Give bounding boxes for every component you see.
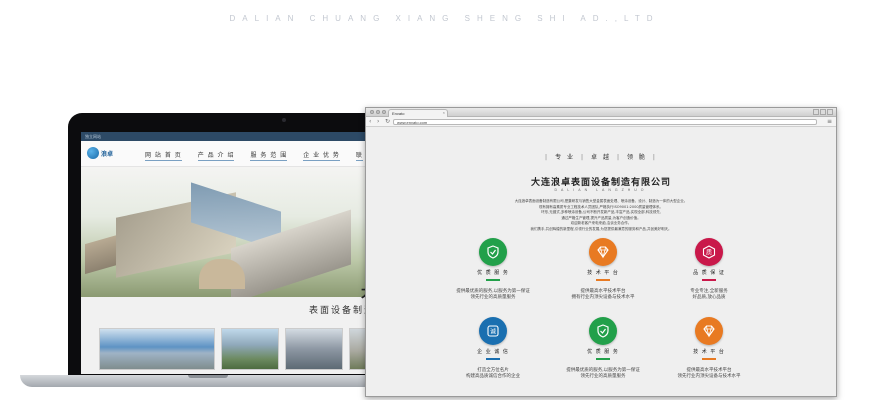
feature-accent-bar bbox=[702, 358, 716, 360]
project-thumbnail[interactable] bbox=[99, 328, 215, 370]
feature-title: 优 质 服 务 bbox=[587, 349, 619, 355]
company-description: 大连浪卓表面设备制造有限公司,是集研发与销售大型金属表面处理、喷涂设备、设计、制… bbox=[491, 199, 711, 233]
shield-check-icon bbox=[589, 317, 617, 345]
feature-card[interactable]: 优 质 服 务 提供最优质的服务,以服务为第一保证 领先行业的高质量服务 bbox=[448, 238, 538, 302]
feature-accent-bar bbox=[486, 279, 500, 281]
nav-item-home[interactable]: 网 站 首 页 bbox=[145, 150, 182, 161]
feature-card[interactable]: 技 术 平 台 提供最高水平技术平台 拥有行业内顶尖设备与技术水平 bbox=[558, 238, 648, 302]
site-nav: 网 站 首 页 产 品 介 绍 服 务 范 围 企 业 优 势 联 bbox=[145, 150, 363, 161]
feature-title: 优 质 服 务 bbox=[477, 270, 509, 276]
laptop-screen: 独立网站 浪卓 网 站 首 页 产 品 介 绍 服 务 范 围 企 业 优 势 … bbox=[81, 132, 377, 374]
nav-item-services[interactable]: 服 务 范 围 bbox=[250, 150, 288, 161]
project-thumbnail[interactable] bbox=[221, 328, 279, 370]
window-dots bbox=[370, 110, 386, 114]
shield-check-icon bbox=[479, 238, 507, 266]
feature-card[interactable]: 质 品 质 保 证 专业专注,全新服务 好品质,放心品质 bbox=[664, 238, 754, 302]
feature-description: 提供最优质的服务,以服务为第一保证 领先行业的高质量服务 bbox=[566, 367, 640, 380]
page-nav: | 专 业 | 卓 越 | 领 脆 | bbox=[545, 154, 657, 161]
page-nav-item[interactable]: 领 脆 bbox=[627, 154, 647, 161]
menu-icon[interactable]: ≡ bbox=[827, 118, 832, 126]
feature-accent-bar bbox=[486, 358, 500, 360]
svg-text:质: 质 bbox=[706, 249, 712, 257]
maximize-icon[interactable] bbox=[820, 109, 826, 115]
minimize-icon[interactable] bbox=[813, 109, 819, 115]
close-tab-icon[interactable]: × bbox=[443, 110, 445, 115]
presentation-stage: DALIAN CHUANG XIANG SHENG SHI AD.,LTD 独立… bbox=[0, 0, 889, 400]
page-nav-item[interactable]: 卓 越 bbox=[591, 154, 611, 161]
browser-tab-label: Envato bbox=[392, 111, 405, 116]
site-top-bar: 独立网站 bbox=[81, 132, 377, 141]
window-controls bbox=[813, 109, 833, 115]
forward-arrow-icon[interactable]: › bbox=[377, 118, 379, 126]
quality-badge-icon: 质 bbox=[695, 238, 723, 266]
feature-card[interactable]: 技 术 平 台 提供最高水平技术平台 领先行业内顶尖设备与技术水平 bbox=[664, 317, 754, 381]
site-header: 浪卓 网 站 首 页 产 品 介 绍 服 务 范 围 企 业 优 势 联 bbox=[81, 141, 377, 167]
feature-description: 提供最优质的服务,以服务为第一保证 领先行业的高质量服务 bbox=[456, 288, 530, 301]
close-window-icon[interactable] bbox=[827, 109, 833, 115]
feature-title: 技 术 平 台 bbox=[587, 270, 619, 276]
diamond-icon bbox=[695, 317, 723, 345]
feature-title: 品 质 保 证 bbox=[693, 270, 725, 276]
nav-item-advantages[interactable]: 企 业 优 势 bbox=[303, 150, 340, 161]
feature-card[interactable]: 优 质 服 务 提供最优质的服务,以服务为第一保证 领先行业的高质量服务 bbox=[558, 317, 648, 381]
project-thumbnails bbox=[99, 328, 373, 370]
browser-window: Envato × ‹ › ↻ www.envato.com ≡ | 专 业 | 卓 越… bbox=[365, 107, 837, 397]
project-thumbnail[interactable] bbox=[285, 328, 343, 370]
browser-titlebar: Envato × bbox=[366, 108, 836, 117]
feature-title: 企 业 诚 信 bbox=[477, 349, 509, 355]
feature-accent-bar bbox=[596, 279, 610, 281]
trust-badge-icon: 诚 bbox=[479, 317, 507, 345]
window-dot-icon[interactable] bbox=[376, 110, 380, 114]
camera-dot bbox=[282, 118, 286, 122]
back-arrow-icon[interactable]: ‹ bbox=[369, 118, 371, 126]
nav-item-products[interactable]: 产 品 介 绍 bbox=[197, 150, 235, 161]
company-title: 大连浪卓表面设备制造有限公司 bbox=[530, 178, 671, 188]
company-subtitle: DALIAN LANGZHUO bbox=[554, 188, 648, 192]
feature-accent-bar bbox=[702, 279, 716, 281]
feature-description: 打造全方位名片 构建高品质诚信合作的企业 bbox=[466, 367, 520, 380]
site-logo[interactable]: 浪卓 bbox=[87, 147, 113, 159]
description-line: 大连浪卓表面设备制造有限公司,是集研发与销售大型金属表面处理、喷涂设备、设计、制… bbox=[514, 199, 688, 203]
logo-mark-icon bbox=[87, 147, 99, 159]
rotunda-shape bbox=[199, 259, 245, 289]
feature-description: 提供最高水平技术平台 领先行业内顶尖设备与技术水平 bbox=[677, 367, 741, 380]
browser-tab[interactable]: Envato × bbox=[388, 109, 448, 117]
reload-icon[interactable]: ↻ bbox=[385, 118, 390, 126]
hero-image bbox=[81, 167, 377, 297]
svg-text:诚: 诚 bbox=[490, 328, 496, 336]
feature-card[interactable]: 诚 企 业 诚 信 打造全方位名片 构建高品质诚信合作的企业 bbox=[448, 317, 538, 381]
description-line: 我们携手,共创辉煌的新里程,引领行业的发展,为您提供最满意的服务和产品,共创美好… bbox=[530, 226, 672, 231]
laptop-notch bbox=[188, 375, 228, 378]
page-content: | 专 业 | 卓 越 | 领 脆 | 大连浪卓表面设备制造有限公司 DALIAN LANG… bbox=[366, 127, 836, 396]
company-banner-text: DALIAN CHUANG XIANG SHENG SHI AD.,LTD bbox=[229, 14, 660, 23]
address-bar[interactable]: www.envato.com bbox=[393, 119, 817, 125]
diamond-icon bbox=[589, 238, 617, 266]
laptop-frame: 独立网站 浪卓 网 站 首 页 产 品 介 绍 服 务 范 围 企 业 优 势 … bbox=[68, 113, 388, 375]
nav-item-contact[interactable]: 联 bbox=[355, 150, 363, 161]
page-nav-item[interactable]: 专 业 bbox=[555, 154, 575, 161]
logo-text: 浪卓 bbox=[101, 150, 114, 158]
feature-accent-bar bbox=[596, 358, 610, 360]
window-dot-icon[interactable] bbox=[382, 110, 386, 114]
window-dot-icon[interactable] bbox=[370, 110, 374, 114]
feature-title: 技 术 平 台 bbox=[693, 349, 725, 355]
feature-description: 提供最高水平技术平台 拥有行业内顶尖设备与技术水平 bbox=[571, 288, 635, 301]
browser-toolbar: ‹ › ↻ www.envato.com ≡ bbox=[366, 117, 836, 127]
feature-description: 专业专注,全新服务 好品质,放心品质 bbox=[690, 288, 728, 301]
